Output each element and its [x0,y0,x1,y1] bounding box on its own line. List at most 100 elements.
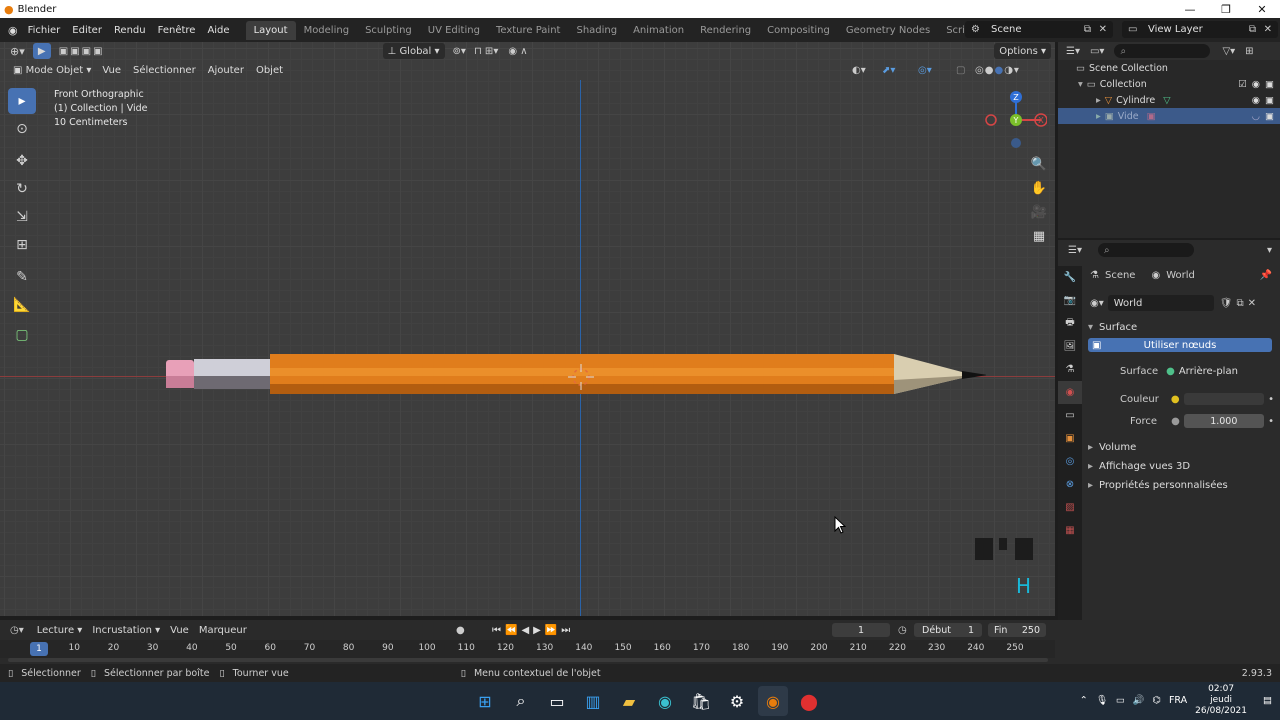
microphone-icon[interactable]: 🎙 [1096,695,1108,706]
record-icon[interactable]: ● [456,625,465,636]
outliner-search-field[interactable]: ⌕ [1114,44,1211,58]
xray-icon[interactable]: ▢ [956,65,965,76]
snap-icon[interactable]: ⊓ ⊞▾ [474,46,498,57]
properties-search-field[interactable]: ⌕ [1097,243,1194,257]
battery-icon[interactable]: ▭ [1116,695,1125,706]
properties-editor-icon[interactable]: ☰▾ [1068,245,1082,256]
fake-user-icon[interactable]: 🛡 [1220,298,1233,309]
custom-properties-panel-header[interactable]: ▸ Propriétés personnalisées [1084,474,1280,496]
expand-icon[interactable]: ▾ [1078,79,1083,90]
viewport-menu-selectionner[interactable]: Sélectionner [127,65,202,76]
task-view-icon[interactable]: ▭ [542,686,572,716]
render-tab-icon[interactable]: 📷 [1058,289,1082,312]
scene-tab-icon[interactable]: ⚗ [1058,358,1082,381]
delete-scene-icon[interactable]: ✕ [1099,24,1107,35]
screen-recorder-icon[interactable]: ⬤ [794,686,824,716]
tab-sculpting[interactable]: Sculpting [357,21,420,40]
new-collection-icon[interactable]: ⊞ [1245,46,1253,57]
unlink-world-icon[interactable]: ✕ [1248,298,1256,309]
collection-tab-icon[interactable]: ▭ [1058,404,1082,427]
cursor-tool[interactable]: ⊙ [8,116,36,142]
checkbox-icon[interactable]: ☑ [1238,79,1247,90]
tool-tab-icon[interactable]: 🔧 [1058,266,1082,289]
clock[interactable]: 02:07 jeudi 26/08/2021 [1195,684,1247,717]
widgets-icon[interactable]: ▥ [578,686,608,716]
pan-hand-icon[interactable]: ✋ [1026,176,1052,200]
eye-icon[interactable]: ◉ [1252,95,1260,106]
viewport-menu-ajouter[interactable]: Ajouter [202,65,250,76]
constraints-tab-icon[interactable]: ⊗ [1058,473,1082,496]
surface-value[interactable]: Arrière-plan [1179,366,1238,377]
properties-options-icon[interactable]: ▾ [1267,245,1272,256]
tab-geometry-nodes[interactable]: Geometry Nodes [838,21,938,40]
use-nodes-button[interactable]: ▣ Utiliser nœuds [1088,338,1272,352]
new-view-layer-icon[interactable]: ⧉ [1249,24,1256,35]
start-frame-field[interactable]: Début 1 [914,623,982,637]
keyframe-dot-icon[interactable]: • [1268,394,1274,405]
tab-uv-editing[interactable]: UV Editing [420,21,488,40]
store-icon[interactable]: 🛍 [686,686,716,716]
timeline-scrollbar[interactable] [8,658,1048,662]
color-swatch[interactable] [1183,393,1264,405]
annotate-tool[interactable]: ✎ [8,264,36,290]
select-tool-button[interactable]: ▶ [32,43,51,59]
viewport-menu-objet[interactable]: Objet [250,65,289,76]
pivot-icon[interactable]: ⊚▾ [453,46,466,57]
world-tab-icon[interactable]: ◉ [1058,381,1082,404]
edge-browser-icon[interactable]: ◉ [650,686,680,716]
current-frame-field[interactable]: 1 [832,623,890,637]
texture-tab-icon[interactable]: ▦ [1058,519,1082,542]
maximize-button[interactable]: ❐ [1208,0,1244,18]
camera-render-icon[interactable]: ▣ [1265,95,1274,106]
orientation-dropdown[interactable]: ⊥ Global ▾ [382,43,445,59]
playback-controls[interactable]: ⏮⏪◀▶⏩⏭ [492,625,574,636]
settings-gear-icon[interactable]: ⚙ [722,686,752,716]
proportional-icon[interactable]: ◉ ∧ [508,46,527,57]
new-scene-icon[interactable]: ⧉ [1084,24,1091,35]
notifications-icon[interactable]: ▤ [1263,695,1272,706]
physics-tab-icon[interactable]: ◎ [1058,450,1082,473]
duplicate-world-icon[interactable]: ⧉ [1236,298,1243,309]
timeline-editor-icon[interactable]: ◷▾ [10,625,24,636]
output-tab-icon[interactable]: 🖶 [1058,312,1082,335]
shading-modes-icon[interactable]: ◎●●◑▾ [975,65,1020,76]
editor-type-icon[interactable]: ⊕▾ [10,45,25,58]
camera-render-icon[interactable]: ▣ [1265,111,1274,122]
outliner-row-scene-collection[interactable]: ▭ Scene Collection [1058,60,1280,76]
scale-tool[interactable]: ⇲ [8,204,36,230]
surface-panel-header[interactable]: ▾ Surface [1084,316,1280,338]
camera-render-icon[interactable]: ▣ [1265,79,1274,90]
camera-icon[interactable]: 🎥 [1026,200,1052,224]
measure-tool[interactable]: 📐 [8,292,36,318]
timeline-menu-marqueur[interactable]: Marqueur [194,622,252,638]
close-button[interactable]: ✕ [1244,0,1280,18]
timeline-menu-incrustation[interactable]: Incrustation ▾ [87,622,165,638]
outliner-row-collection[interactable]: ▾ ▭ Collection ☑ ◉ ▣ [1058,76,1280,92]
tab-texture-paint[interactable]: Texture Paint [488,21,569,40]
delete-view-layer-icon[interactable]: ✕ [1264,24,1272,35]
select-mode-icons[interactable]: ▣▣▣▣ [59,46,105,57]
chevron-up-icon[interactable]: ⌃ [1080,695,1088,706]
tab-modeling[interactable]: Modeling [296,21,358,40]
timeline-ruler[interactable]: 1 10 20 30 40 50 60 70 80 90 100 110 120 130 140 150 16… [0,640,1055,658]
timer-icon[interactable]: ◷ [898,625,907,636]
menu-rendu[interactable]: Rendu [108,25,152,36]
tab-compositing[interactable]: Compositing [759,21,838,40]
rotate-tool[interactable]: ↻ [8,176,36,202]
add-cube-tool[interactable]: ▢ [8,322,36,348]
transform-tool[interactable]: ⊞ [8,232,36,258]
force-field[interactable]: 1.000 [1183,414,1264,428]
view-layer-selector[interactable]: ▭ View Layer ⧉ ✕ [1122,21,1278,38]
move-tool[interactable]: ✥ [8,148,36,174]
end-frame-field[interactable]: Fin 250 [988,623,1046,637]
tab-layout[interactable]: Layout [245,20,296,40]
3d-viewport[interactable]: ⊕▾ ▶ ▣▣▣▣ ⊥ Global ▾ ⊚▾ ⊓ ⊞▾ ◉ ∧ Options… [0,42,1055,616]
filter-icon[interactable]: ▽▾ [1222,46,1235,57]
overlay-toggle-icon[interactable]: ◎▾ [918,65,932,76]
gizmo-toggle-icon[interactable]: ⬈▾ [882,65,895,76]
blender-taskbar-icon[interactable]: ◉ [758,686,788,716]
grid-ortho-icon[interactable]: ▦ [1026,224,1052,248]
search-icon[interactable]: ⌕ [506,686,536,716]
current-frame-indicator[interactable]: 1 [30,642,48,656]
select-box-tool[interactable]: ▸ [8,88,36,114]
